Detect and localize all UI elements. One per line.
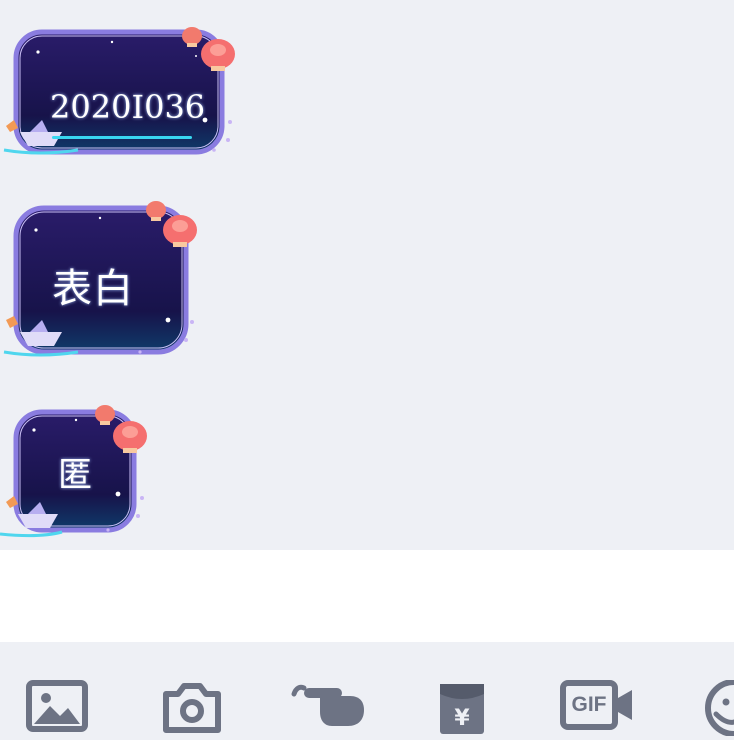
camera-button[interactable] [162, 680, 222, 740]
message-input-area[interactable] [0, 550, 734, 642]
message-input[interactable] [0, 550, 734, 642]
gif-label: GIF [571, 693, 607, 716]
gif-button[interactable]: GIF [560, 680, 634, 740]
gif-icon: GIF [560, 680, 634, 730]
red-packet-icon: ¥ [438, 680, 486, 736]
message-bubble[interactable]: 匿 [0, 402, 160, 544]
message-text: 匿 [58, 455, 93, 495]
message-text: 2020I036 [50, 88, 206, 126]
emoji-icon [702, 680, 734, 736]
message-text: 表白 [52, 266, 134, 312]
poke-icon [290, 680, 366, 730]
image-button[interactable] [26, 680, 88, 740]
emoji-button[interactable] [702, 680, 734, 740]
camera-icon [162, 680, 222, 734]
input-toolbar: ¥ GIF [0, 642, 734, 736]
chat-message-list[interactable]: 2020I036 表白 匿 [0, 0, 734, 550]
red-packet-button[interactable]: ¥ [438, 680, 486, 740]
svg-text:¥: ¥ [454, 706, 470, 731]
text-underline [52, 136, 192, 139]
message-bubble[interactable]: 2020I036 [0, 22, 245, 162]
image-icon [26, 680, 88, 732]
poke-button[interactable] [290, 680, 366, 740]
message-bubble[interactable]: 表白 [0, 198, 210, 364]
